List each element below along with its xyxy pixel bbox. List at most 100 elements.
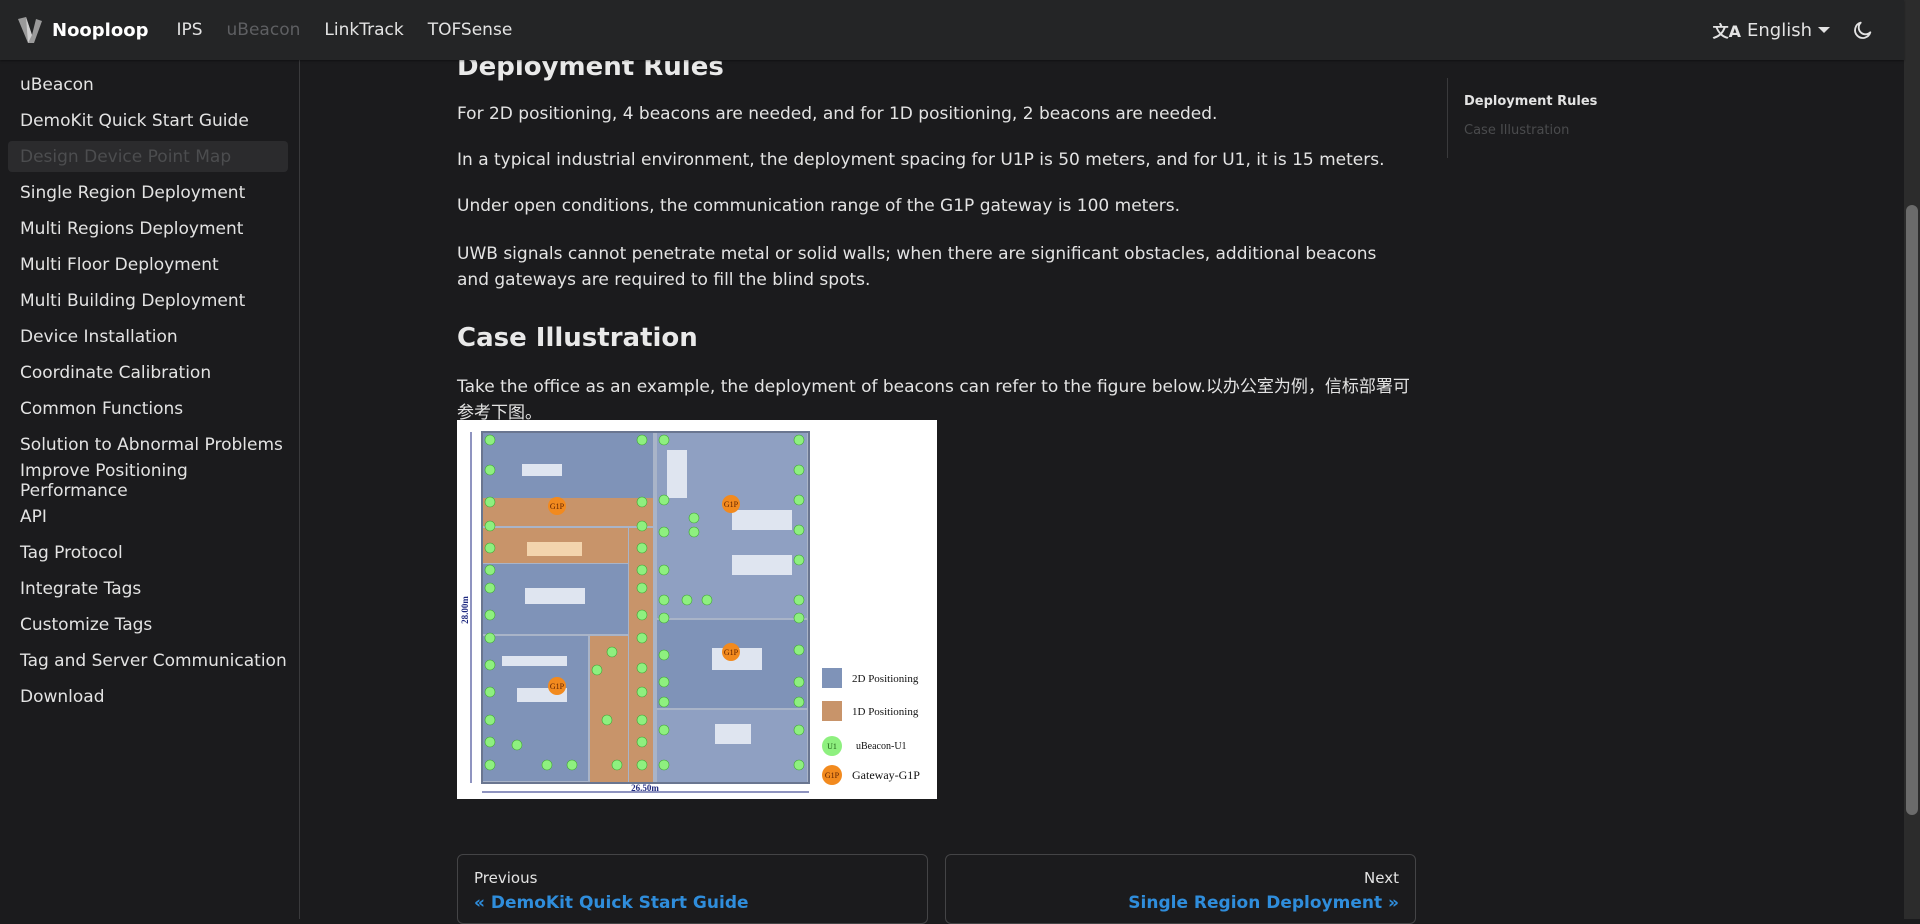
next-page-link[interactable]: Next Single Region Deployment » <box>945 854 1416 924</box>
brand-link[interactable]: Nooploop <box>14 13 148 47</box>
ubeacon-marker <box>658 434 670 446</box>
next-label: Single Region Deployment » <box>1128 893 1399 913</box>
previous-label: « DemoKit Quick Start Guide <box>474 893 749 913</box>
sidebar-item-single-region-deployment[interactable]: Single Region Deployment <box>8 177 288 208</box>
ubeacon-marker <box>484 759 496 771</box>
sidebar-item-multi-building-deployment[interactable]: Multi Building Deployment <box>8 285 288 316</box>
sidebar-item-api[interactable]: API <box>8 501 288 532</box>
ubeacon-marker <box>484 496 496 508</box>
ubeacon-marker <box>681 594 693 606</box>
ubeacon-marker <box>484 686 496 698</box>
sidebar-item-solution-to-abnormal-problems[interactable]: Solution to Abnormal Problems <box>8 429 288 460</box>
toc-item-case-illustration[interactable]: Case Illustration <box>1464 123 1569 138</box>
ubeacon-marker <box>601 714 613 726</box>
legend-swatch-ubeacon-label: U1 <box>827 742 837 751</box>
ubeacon-marker <box>793 494 805 506</box>
ubeacon-marker <box>611 759 623 771</box>
legend-swatch-2d <box>822 668 842 688</box>
ubeacon-marker <box>484 609 496 621</box>
ubeacon-marker <box>658 494 670 506</box>
ubeacon-marker <box>484 542 496 554</box>
brand-name: Nooploop <box>52 19 149 41</box>
sidebar-item-coordinate-calibration[interactable]: Coordinate Calibration <box>8 357 288 388</box>
previous-sublabel: Previous <box>474 869 538 887</box>
ubeacon-marker <box>484 434 496 446</box>
ubeacon-marker <box>658 759 670 771</box>
ubeacon-marker <box>793 696 805 708</box>
page-scrollbar[interactable] <box>1904 0 1920 919</box>
gateway-marker-label: G1P <box>724 500 739 509</box>
sidebar-item-multi-floor-deployment[interactable]: Multi Floor Deployment <box>8 249 288 280</box>
language-label: English <box>1747 19 1812 41</box>
heading-case-illustration: Case Illustration <box>457 323 698 353</box>
legend-label-1d: 1D Positioning <box>852 706 919 718</box>
ubeacon-marker <box>606 646 618 658</box>
sidebar-item-design-device-point-map[interactable]: Design Device Point Map <box>8 141 288 172</box>
translate-icon: 文A <box>1712 22 1741 41</box>
sidebar-item-customize-tags[interactable]: Customize Tags <box>8 609 288 640</box>
sidebar-item-download[interactable]: Download <box>8 681 288 712</box>
ubeacon-marker <box>793 434 805 446</box>
ubeacon-marker <box>636 686 648 698</box>
sidebar-item-common-functions[interactable]: Common Functions <box>8 393 288 424</box>
sidebar-item-improve-positioning-performance[interactable]: Improve Positioning Performance <box>8 461 288 501</box>
language-dropdown[interactable]: 文A English <box>1713 18 1830 42</box>
nav-link-linktrack[interactable]: LinkTrack <box>324 20 403 40</box>
sidebar-item-tag-and-server-communication[interactable]: Tag and Server Communication <box>8 645 288 676</box>
ubeacon-marker <box>636 632 648 644</box>
legend-swatch-1d <box>822 701 842 721</box>
ubeacon-marker <box>591 664 603 676</box>
ubeacon-marker <box>793 724 805 736</box>
nav-link-ubeacon[interactable]: uBeacon <box>227 20 301 40</box>
rule-paragraph: UWB signals cannot penetrate metal or so… <box>457 244 1377 290</box>
ubeacon-marker <box>636 496 648 508</box>
ubeacon-marker <box>484 520 496 532</box>
ubeacon-marker <box>484 736 496 748</box>
sidebar-item-demokit-quick-start-guide[interactable]: DemoKit Quick Start Guide <box>8 105 288 136</box>
deployment-figure: 28.00m 26.50m G1P G1P G1P G1P 2D Positionin… <box>457 420 937 799</box>
sidebar-item-integrate-tags[interactable]: Integrate Tags <box>8 573 288 604</box>
top-navbar: Nooploop IPS uBeacon LinkTrack TOFSense … <box>0 0 1904 60</box>
ubeacon-marker <box>484 659 496 671</box>
sidebar-item-multi-regions-deployment[interactable]: Multi Regions Deployment <box>8 213 288 244</box>
gateway-marker-label: G1P <box>724 648 739 657</box>
legend-label-ubeacon: uBeacon-U1 <box>856 741 907 752</box>
ubeacon-marker <box>636 609 648 621</box>
rule-paragraph: Under open conditions, the communication… <box>457 196 1181 216</box>
previous-page-link[interactable]: Previous « DemoKit Quick Start Guide <box>457 854 928 924</box>
ubeacon-marker <box>566 759 578 771</box>
ubeacon-marker <box>701 594 713 606</box>
ubeacon-marker <box>636 434 648 446</box>
sidebar-item-ubeacon[interactable]: uBeacon <box>8 69 288 100</box>
ubeacon-marker <box>658 612 670 624</box>
legend-label-gateway: Gateway-G1P <box>852 768 920 782</box>
ubeacon-marker <box>636 736 648 748</box>
sidebar-item-tag-protocol[interactable]: Tag Protocol <box>8 537 288 568</box>
ubeacon-marker <box>793 464 805 476</box>
ubeacon-marker <box>658 564 670 576</box>
ubeacon-marker <box>688 512 700 524</box>
rule-paragraph: For 2D positioning, 4 beacons are needed… <box>457 104 1218 124</box>
next-sublabel: Next <box>1364 869 1399 887</box>
sidebar-item-device-installation[interactable]: Device Installation <box>8 321 288 352</box>
ubeacon-marker <box>636 759 648 771</box>
case-paragraph: Take the office as an example, the deplo… <box>457 377 1410 423</box>
dimension-height-label: 28.00m <box>460 596 470 624</box>
legend-label-2d: 2D Positioning <box>852 673 919 685</box>
gateway-marker-label: G1P <box>550 502 565 511</box>
ubeacon-marker <box>658 649 670 661</box>
ubeacon-marker <box>511 739 523 751</box>
nav-link-ips[interactable]: IPS <box>176 20 202 40</box>
scrollbar-thumb[interactable] <box>1906 205 1918 815</box>
toc-item-deployment-rules[interactable]: Deployment Rules <box>1464 94 1597 109</box>
ubeacon-marker <box>793 676 805 688</box>
ubeacon-marker <box>484 464 496 476</box>
rule-paragraph: In a typical industrial environment, the… <box>457 150 1385 170</box>
ubeacon-marker <box>636 582 648 594</box>
ubeacon-marker <box>658 696 670 708</box>
nav-link-tofsense[interactable]: TOFSense <box>428 20 513 40</box>
ubeacon-marker <box>793 612 805 624</box>
dark-mode-toggle-icon[interactable] <box>1852 19 1874 41</box>
floor-plan-diagram: 28.00m 26.50m G1P G1P G1P G1P 2D Positionin… <box>460 431 920 793</box>
legend-swatch-gateway-label: G1P <box>825 771 840 780</box>
